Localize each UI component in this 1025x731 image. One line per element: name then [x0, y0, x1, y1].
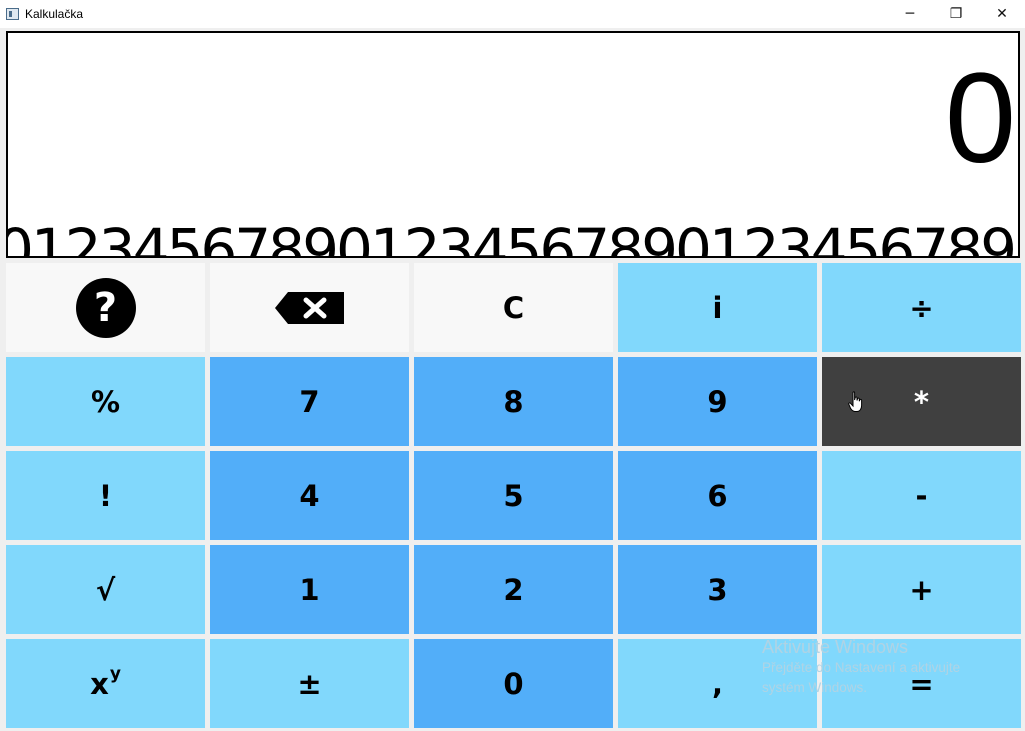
- power-base-label: x: [90, 666, 109, 701]
- help-button[interactable]: ?: [6, 263, 205, 352]
- keypad: ? C i ÷ % 7 8 9 * ! 4 5 6 - √ 1 2 3 + xy…: [6, 263, 1021, 728]
- multiply-button[interactable]: *: [822, 357, 1021, 446]
- digit-4-button[interactable]: 4: [210, 451, 409, 540]
- app-icon: [6, 8, 19, 20]
- info-button[interactable]: i: [618, 263, 817, 352]
- multiply-label: *: [913, 384, 930, 419]
- digit-5-button[interactable]: 5: [414, 451, 613, 540]
- maximize-button[interactable]: ❐: [933, 0, 979, 28]
- backspace-button[interactable]: [210, 263, 409, 352]
- title-bar: Kalkulačka ─ ❐ ✕: [0, 0, 1025, 28]
- digit-6-button[interactable]: 6: [618, 451, 817, 540]
- equals-button[interactable]: =: [822, 639, 1021, 728]
- close-button[interactable]: ✕: [979, 0, 1025, 28]
- expression-value: 89012345678901234567890123456789: [6, 216, 1017, 258]
- digit-7-button[interactable]: 7: [210, 357, 409, 446]
- power-exponent-label: y: [109, 663, 121, 684]
- help-icon: ?: [75, 277, 136, 338]
- minus-button[interactable]: -: [822, 451, 1021, 540]
- plus-minus-button[interactable]: ±: [210, 639, 409, 728]
- digit-0-button[interactable]: 0: [414, 639, 613, 728]
- clear-button[interactable]: C: [414, 263, 613, 352]
- backspace-icon: [274, 291, 344, 324]
- result-value: 0: [944, 47, 1016, 190]
- minimize-button[interactable]: ─: [887, 0, 933, 28]
- digit-1-button[interactable]: 1: [210, 545, 409, 634]
- calculator-display: 0 89012345678901234567890123456789: [6, 31, 1020, 258]
- digit-3-button[interactable]: 3: [618, 545, 817, 634]
- sqrt-button[interactable]: √: [6, 545, 205, 634]
- hand-cursor-icon: [848, 391, 863, 412]
- digit-2-button[interactable]: 2: [414, 545, 613, 634]
- window-title: Kalkulačka: [25, 7, 84, 21]
- comma-button[interactable]: ,: [618, 639, 817, 728]
- percent-button[interactable]: %: [6, 357, 205, 446]
- power-button[interactable]: xy: [6, 639, 205, 728]
- factorial-button[interactable]: !: [6, 451, 205, 540]
- digit-8-button[interactable]: 8: [414, 357, 613, 446]
- plus-button[interactable]: +: [822, 545, 1021, 634]
- digit-9-button[interactable]: 9: [618, 357, 817, 446]
- divide-button[interactable]: ÷: [822, 263, 1021, 352]
